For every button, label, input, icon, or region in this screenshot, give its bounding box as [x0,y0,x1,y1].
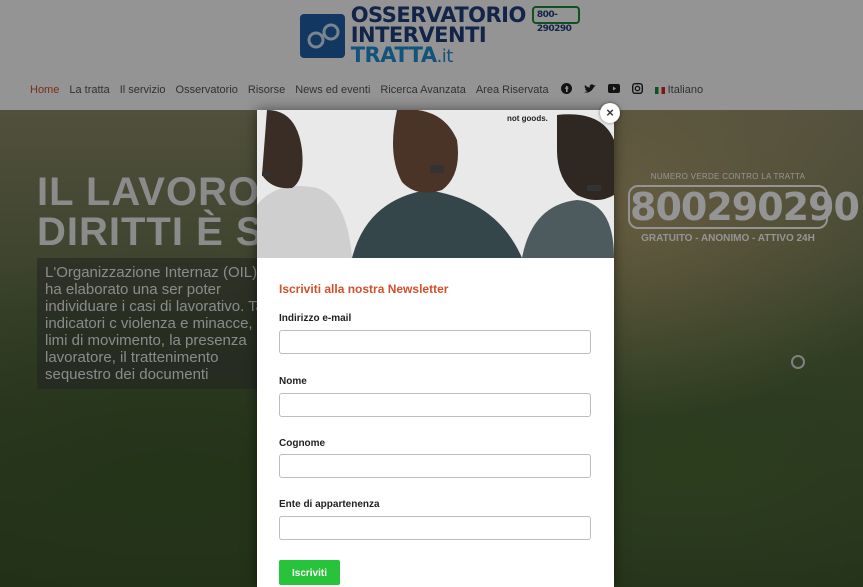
campaign-photo: not goods. [257,110,614,258]
close-icon[interactable]: × [600,103,620,123]
email-label: Indirizzo e-mail [279,313,352,324]
newsletter-title: Iscriviti alla nostra Newsletter [279,282,449,296]
cognome-label: Cognome [279,438,326,449]
newsletter-modal: not goods. Iscriviti alla nostra Newslet… [257,110,614,587]
nome-field[interactable] [279,393,591,417]
ente-label: Ente di appartenenza [279,499,380,510]
subscribe-button[interactable]: Iscriviti [279,560,340,585]
email-field[interactable] [279,330,591,354]
ente-field[interactable] [279,516,591,540]
nome-label: Nome [279,376,307,387]
cognome-field[interactable] [279,454,591,478]
image-caption: not goods. [507,114,548,123]
